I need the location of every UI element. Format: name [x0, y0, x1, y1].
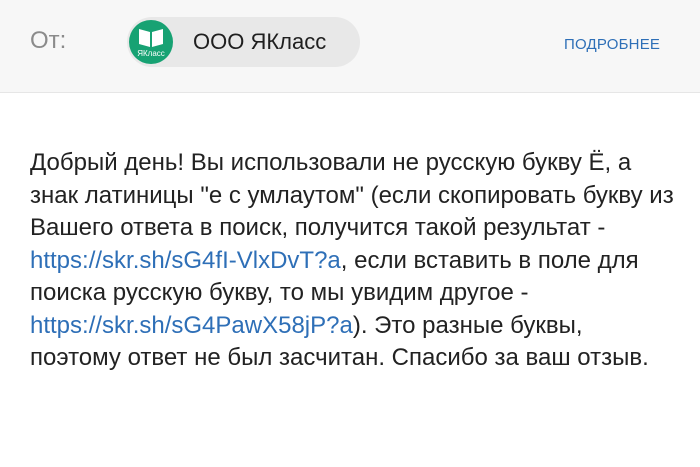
details-link[interactable]: ПОДРОБНЕЕ	[564, 36, 660, 53]
screenshot-link-1[interactable]: https://skr.sh/sG4fI-VlxDvT?a	[30, 247, 341, 274]
sender-chip[interactable]: ЯКласс ООО ЯКласс	[127, 17, 360, 67]
message-body: Добрый день! Вы использовали не русскую …	[30, 147, 680, 375]
from-label: От:	[30, 27, 67, 54]
message-text-part1: Добрый день! Вы использовали не русскую …	[30, 149, 674, 241]
sender-name: ООО ЯКласс	[193, 29, 327, 54]
screenshot-link-2[interactable]: https://skr.sh/sG4PawX58jP?a	[30, 312, 353, 339]
sender-avatar: ЯКласс	[129, 20, 173, 64]
message-header: От: ЯКласс ООО ЯКласс ПОДРОБНЕЕ	[0, 0, 700, 93]
avatar-logo-text: ЯКласс	[137, 49, 165, 58]
